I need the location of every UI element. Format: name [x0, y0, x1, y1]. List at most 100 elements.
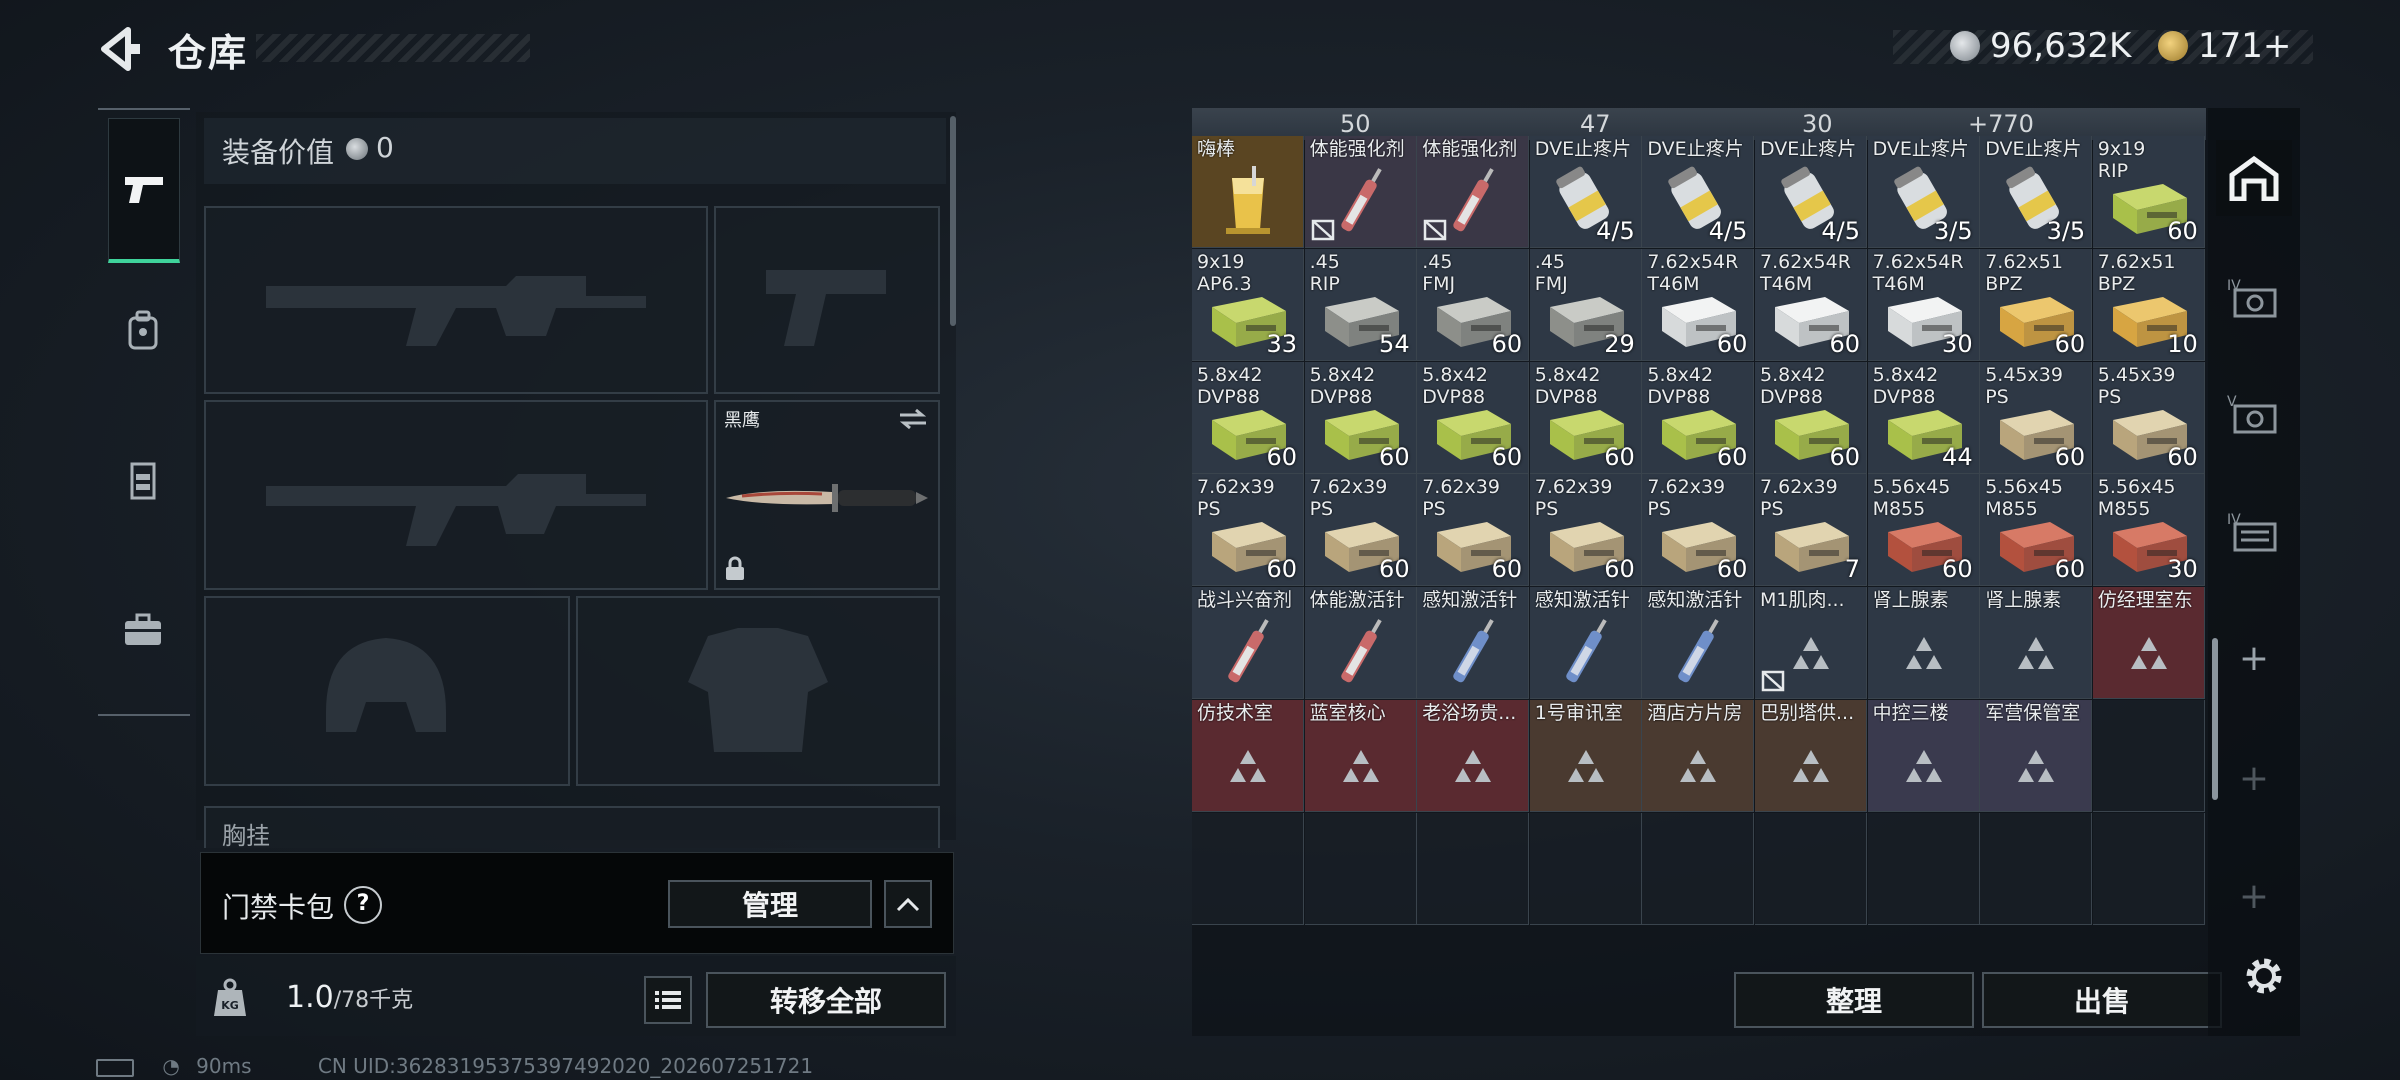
gear-icon[interactable]: [2240, 952, 2288, 1000]
stash-item[interactable]: 中控三楼: [1867, 700, 1980, 812]
list-view-button[interactable]: [644, 976, 692, 1024]
stash-item[interactable]: 5.8x42 DVP88 60: [1417, 361, 1530, 474]
stash-item[interactable]: .45 FMJ 60: [1417, 248, 1530, 361]
sidearm-slot[interactable]: [714, 206, 940, 394]
stash-item[interactable]: 肾上腺素: [1867, 587, 1980, 700]
empty-stash-cell[interactable]: [1755, 812, 1867, 925]
gold-coin-icon: [2158, 31, 2188, 61]
armor-slot[interactable]: [576, 596, 940, 786]
stash-item[interactable]: 7.62x54R T46M 30: [1867, 248, 1980, 361]
swap-icon[interactable]: [898, 408, 928, 430]
item-name: 感知激活针: [1422, 589, 1518, 612]
stash-item[interactable]: 7.62x39 PS 60: [1529, 474, 1642, 587]
stash-item[interactable]: 7.62x51 BPZ 10: [2092, 248, 2205, 361]
sidebar-item-case-4[interactable]: IV: [2216, 260, 2292, 336]
stash-item[interactable]: 7.62x51 BPZ 60: [1980, 248, 2093, 361]
empty-stash-cell[interactable]: [1642, 812, 1755, 925]
item-name: 5.56x45 M855: [1872, 476, 1951, 521]
stash-item[interactable]: DVE止疼片 4/5: [1642, 136, 1755, 248]
primary-weapon-slot[interactable]: [204, 206, 708, 394]
tab-vest[interactable]: [108, 410, 178, 550]
stash-item[interactable]: 老浴场贵...: [1417, 700, 1530, 812]
stash-item[interactable]: 5.8x42 DVP88 60: [1304, 361, 1417, 474]
sidebar-item-case-5[interactable]: V: [2216, 376, 2292, 452]
stash-item[interactable]: 7.62x39 PS 60: [1304, 474, 1417, 587]
stash-item[interactable]: 5.8x42 DVP88 44: [1867, 361, 1980, 474]
stash-item[interactable]: 5.56x45 M855 30: [2092, 474, 2205, 587]
help-icon[interactable]: ?: [344, 886, 382, 924]
gold-currency[interactable]: 171+: [2158, 22, 2291, 70]
stash-item[interactable]: DVE止疼片 4/5: [1529, 136, 1642, 248]
stash-item[interactable]: 5.8x42 DVP88 60: [1192, 361, 1304, 474]
silver-currency[interactable]: 96,632K: [1950, 22, 2131, 70]
empty-stash-cell[interactable]: [1417, 812, 1530, 925]
tab-backpack[interactable]: [108, 260, 178, 400]
empty-stash-cell[interactable]: [1192, 812, 1304, 925]
stash-item[interactable]: 体能强化剂: [1417, 136, 1530, 248]
helmet-slot[interactable]: [204, 596, 570, 786]
empty-stash-cell[interactable]: [2092, 812, 2205, 925]
empty-stash-cell[interactable]: [1529, 812, 1642, 925]
stash-item[interactable]: 仿经理室东: [2092, 587, 2205, 700]
item-name: 老浴场贵...: [1422, 702, 1517, 724]
tab-case[interactable]: [108, 560, 178, 700]
stash-item[interactable]: 1号审讯室: [1529, 700, 1642, 812]
stash-item[interactable]: 9x19 RIP 60: [2092, 136, 2205, 248]
stash-item[interactable]: 5.8x42 DVP88 60: [1755, 361, 1867, 474]
add-container-button[interactable]: +: [2216, 620, 2292, 696]
stash-item[interactable]: 感知激活针: [1417, 587, 1530, 700]
stash-item[interactable]: 5.56x45 M855 60: [1980, 474, 2093, 587]
stash-item[interactable]: 5.45x39 PS 60: [2092, 361, 2205, 474]
stash-item[interactable]: DVE止疼片 4/5: [1755, 136, 1867, 248]
stash-item[interactable]: 5.45x39 PS 60: [1980, 361, 2093, 474]
secondary-weapon-slot[interactable]: [204, 400, 708, 590]
sidebar-item-stash[interactable]: [2216, 140, 2292, 216]
expand-button[interactable]: [884, 880, 932, 928]
melee-slot[interactable]: 黑鹰: [714, 400, 940, 590]
sell-button[interactable]: 出售: [1982, 972, 2222, 1028]
stash-item[interactable]: 蓝室核心: [1304, 700, 1417, 812]
manage-button[interactable]: 管理: [668, 880, 872, 928]
stash-item[interactable]: .45 RIP 54: [1304, 248, 1417, 361]
stash-item[interactable]: 7.62x39 PS 60: [1417, 474, 1530, 587]
stash-item[interactable]: 战斗兴奋剂: [1192, 587, 1304, 700]
stash-item[interactable]: 仿技术室: [1192, 700, 1304, 812]
stash-item[interactable]: 军营保管室: [1980, 700, 2093, 812]
empty-stash-cell[interactable]: [1867, 812, 1980, 925]
stash-item[interactable]: 体能强化剂: [1304, 136, 1417, 248]
tab-weapons[interactable]: [108, 118, 180, 263]
stash-item[interactable]: 感知激活针: [1529, 587, 1642, 700]
stash-item[interactable]: DVE止疼片 3/5: [1980, 136, 2093, 248]
stash-item[interactable]: 5.8x42 DVP88 60: [1642, 361, 1755, 474]
transfer-all-button[interactable]: 转移全部: [706, 972, 946, 1028]
item-name: 肾上腺素: [1872, 589, 1949, 612]
stash-item[interactable]: 9x19 AP6.3 33: [1192, 248, 1304, 361]
stash-item[interactable]: 7.62x54R T46M 60: [1642, 248, 1755, 361]
stash-item[interactable]: M1肌肉...: [1755, 587, 1867, 700]
stash-item[interactable]: 7.62x54R T46M 60: [1755, 248, 1867, 361]
stash-item[interactable]: 巴别塔供...: [1755, 700, 1867, 812]
stash-item[interactable]: 酒店方片房: [1642, 700, 1755, 812]
stash-item[interactable]: 7.62x39 PS 60: [1642, 474, 1755, 587]
empty-stash-cell[interactable]: [1304, 812, 1417, 925]
item-name: 巴别塔供...: [1760, 702, 1855, 724]
empty-stash-cell[interactable]: [1980, 812, 2093, 925]
item-name: 7.62x39 PS: [1534, 476, 1613, 521]
stash-item[interactable]: .45 FMJ 29: [1529, 248, 1642, 361]
chest-rig-slot[interactable]: 胸挂: [204, 806, 940, 850]
stash-item[interactable]: 嗨棒: [1192, 136, 1304, 248]
stash-item[interactable]: 7.62x39 PS 60: [1192, 474, 1304, 587]
stash-item[interactable]: 感知激活针: [1642, 587, 1755, 700]
empty-stash-cell[interactable]: [2092, 700, 2205, 812]
sort-button[interactable]: 整理: [1734, 972, 1974, 1028]
stash-item[interactable]: 7.62x39 PS 7: [1755, 474, 1867, 587]
sidebar-item-case-4b[interactable]: IV: [2216, 494, 2292, 570]
stash-item[interactable]: 5.8x42 DVP88 60: [1529, 361, 1642, 474]
stash-item[interactable]: 肾上腺素: [1980, 587, 2093, 700]
stash-item[interactable]: DVE止疼片 3/5: [1867, 136, 1980, 248]
back-icon[interactable]: [98, 24, 142, 74]
stash-item[interactable]: 体能激活针: [1304, 587, 1417, 700]
case-icon: IV: [2227, 278, 2277, 318]
equipment-scrollbar[interactable]: [950, 116, 956, 326]
stash-item[interactable]: 5.56x45 M855 60: [1867, 474, 1980, 587]
